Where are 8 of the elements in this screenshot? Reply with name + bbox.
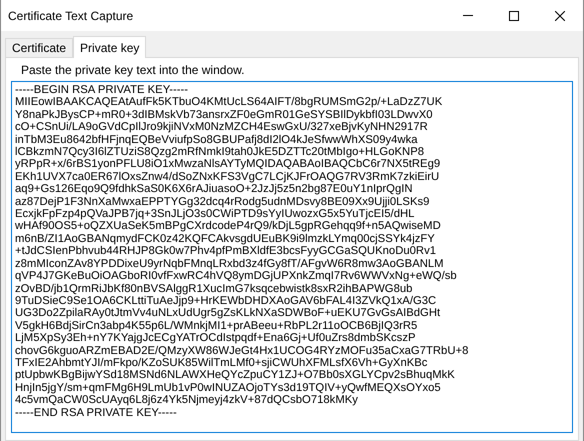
- minimize-icon: [463, 15, 473, 16]
- close-icon: [555, 10, 565, 20]
- instruction-text: Paste the private key text into the window.: [20, 63, 246, 77]
- window-title: Certificate Text Capture: [8, 8, 134, 22]
- tab[interactable]: Private key: [73, 36, 146, 58]
- maximize-icon: [509, 10, 519, 20]
- tab[interactable]: Certificate: [5, 38, 74, 57]
- key-text-field[interactable]: -----BEGIN RSA PRIVATE KEY----- MIIEowIBAAKCAQEAtAufFk5KTbuO4KMtUcLS64AIFT/8bgRUMSmG2p/+LaDzZ7UK Y8naPkJBysCP+mR0+3dIBMskVb73ansrxZF0eGmR01GeSYSBIlDykbfI03LDwvX0 cO+CSnUi/LA9oGVdCpIlJro9kjiNVxM0NzMZCH4EswGxU/327xeBjvKyNHN2917R inTbM3Eu8642bfHFjnqEQBeVviufpSo8GBUPafj8dI2lO4kJeSfwwWhXS09y4wka lCBkzmN7Qcy3I6lZTUziS8Qzg2mRfNmkI9tah0JkE5DZTTc20tMbIgo+HLGoKNP8 yRPpR+x/6rBS1yonPFLU8iO1xMwzaNlsAYTyMQIDAQABAoIBAQCbC6r7NX5tREg9 EKh1UVX7ca0ER67lOxsZnw4/dSoZNxKFS3VgC7LCjKJFrOAQG7RV3RmK7zkiEirU aq9+Gs126Eqo9Q9fdhkSaS0K6X6rAJiuasoO+2JzJj5z5n2bg87E0uY1nIprQgIN az87DejP1F3NnXaMwxaEPPTYGg32dcq4rRodg5udnMDsvy8BE09Xx9Ujji0LSKs9 EcxjkFpFzp4pQVaJPB7jq+3SnJLjO3s0CWiPTD9sYyIUwozxG5x5YuTjcEI5/dHL wHAf90OS5+oQZXUaSeK5mBPgCXrdcodeP4rQ9/kDjL5gpRGehqq9f+n5AQwiseMD m6nB/ZI1AoGBANqmydFCK0z42KQFCAkvsgdUEuBK9i9lmzkLYmq00cjSSYk4jzFY +tJdCSIenPbhvub44RHJP8Gk0w7Phv4pfPmBXldfE3bcsFyyGCGaSQUKnoDu0Rv1 z8mMIconZAv8YPDDixeU9yrNqbFMnqLRxbd3z4fGy8fT/AFgvW6R8mw3AoGBANLM qVP4J7GKeBuOiOAGboRI0vfFxwRC4hVQ8ymDGjUPXnkZmqI7Rv6WWVxNg+eWQ/sb zOvBD/jb1QrmRiJbKf80nBVSAlggR1XucImG7ksqcebwistk8sxR2ihBAPWG8ub 9TuDSieC9Se1OA6CKLttiTuAeJjp9+HrKEWbDHDXAoGAV6bFAL4I3ZVkQ1xA/G3C UG3Do2ZpilaRAy0tJtmVv4uNLxUdUgr5gZsKLkNXaSDWBoF+uEKU7GvGsAIBdGHt V5gkH6BdjSirCn3abp4K55p6L/WMnkjMI1+prABeeu+RbPL2r11oOCB6BjIQ3rR5 LjM5XpSy3Eh+nY7KYajgJcECgYATrOCdIstpqdf+Ena6Gj+Uf0uZrs8dmbSKcszP chovG6kguoARZmEBAD2E/QMzyXW86WJeGt4Hx1UCOG4RYzMOFu35aCxaG7TRbU+8 TFxIE2AhbmtYJI/mFkpo/KZoSUK85WilTmLMf0+sjiCWUhXFMLsfX6Vh+GyXnKBc ptUpbwKBgBijwYSd18MSNd6NLAWXHeQYcZpuCY1ZJ+O7Bb0sXGLYCpv2sBhuqMkK HnjIn5jgY/sm+qmFMg6H9LmUb1vP0wINUZAOjoTYs3d19TQIV+yQwfMEQXsOYxo5 4c5vmQaCW0ScUAyq6L8j6z4Yk5Njmeyj4zkV+87dQCsbO718kMKy -----END RSA PRIVATE KEY-----: [11, 81, 573, 433]
